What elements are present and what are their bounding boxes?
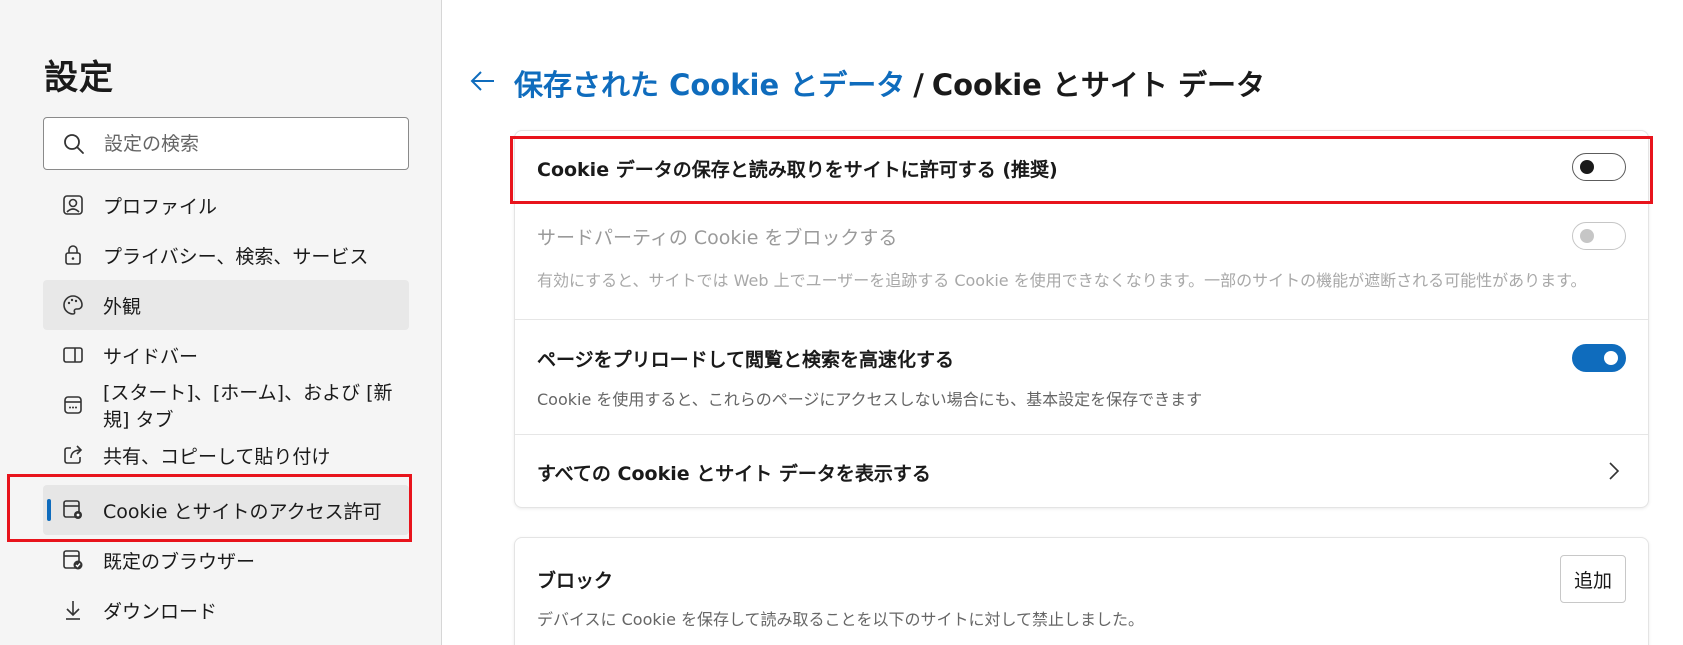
cookie-settings-card: Cookie データの保存と読み取りをサイトに許可する (推奨) サードパーティ… <box>514 130 1649 508</box>
block-third-party-title: サードパーティの Cookie をブロックする <box>537 227 898 249</box>
sidebar-item-downloads[interactable]: ダウンロード <box>43 585 409 635</box>
sidebar-item-label: プライバシー、検索、サービス <box>103 245 369 268</box>
sidebar-item-label: ダウンロード <box>103 600 218 623</box>
block-section-title: ブロック <box>537 570 614 592</box>
sidebar-item-label: サイドバー <box>103 345 199 368</box>
toggle-knob <box>1580 159 1594 174</box>
sidebar-item-cookies[interactable]: Cookie とサイトのアクセス許可 <box>43 485 409 535</box>
sidebar-item-appearance[interactable]: 外観 <box>43 280 409 330</box>
toggle-knob <box>1580 228 1594 243</box>
cookie-permissions-icon <box>63 500 82 519</box>
lock-icon <box>65 245 81 265</box>
home-tab-icon <box>64 396 82 414</box>
sidebar-item-label: Cookie とサイトのアクセス許可 <box>103 500 382 523</box>
search-icon <box>64 134 84 154</box>
block-section-description: デバイスに Cookie を保存して読み取ることを以下のサイトに対して禁止しまし… <box>537 610 1145 629</box>
sidebar-item-label: [スタート]、[ホーム]、および [新規] タブ <box>103 382 393 431</box>
add-blocked-site-button[interactable]: 追加 <box>1560 555 1626 603</box>
preload-description: Cookie を使用すると、これらのページにアクセスしない場合にも、基本設定を保… <box>537 390 1203 409</box>
sidebar-item-profile[interactable]: プロファイル <box>43 180 409 230</box>
sidebar-item-new-tab[interactable]: [スタート]、[ホーム]、および [新規] タブ <box>43 380 409 431</box>
breadcrumb-link[interactable]: 保存された Cookie とデータ <box>514 68 905 102</box>
see-all-cookies-row[interactable]: すべての Cookie とサイト データを表示する <box>515 435 1648 507</box>
download-icon <box>66 601 80 620</box>
allow-cookies-title: Cookie データの保存と読み取りをサイトに許可する (推奨) <box>537 159 1058 181</box>
search-box[interactable] <box>43 117 409 170</box>
palette-icon <box>63 295 83 315</box>
block-section-card: ブロック デバイスに Cookie を保存して読み取ることを以下のサイトに対して… <box>514 537 1649 645</box>
preload-toggle[interactable] <box>1572 344 1626 372</box>
sidebar-item-default-browser[interactable]: 既定のブラウザー <box>43 535 409 585</box>
sidebar-item-label: 外観 <box>103 295 142 318</box>
default-browser-icon <box>63 550 83 570</box>
breadcrumb-separator: / <box>913 68 924 102</box>
preload-title: ページをプリロードして閲覧と検索を高速化する <box>537 349 955 371</box>
settings-window: 設定 プロファイル プライバシー、検索、サービス <box>0 0 1683 645</box>
share-icon <box>64 445 83 464</box>
chevron-right-icon <box>1609 462 1620 480</box>
allow-cookies-toggle[interactable] <box>1572 153 1626 181</box>
search-input[interactable] <box>104 118 394 169</box>
setting-row-block-third-party: サードパーティの Cookie をブロックする 有効にすると、サイトでは Web… <box>515 203 1648 319</box>
sidebar-item-label: 共有、コピーして貼り付け <box>103 445 331 468</box>
profile-icon <box>63 195 83 215</box>
back-arrow-icon[interactable] <box>468 66 498 96</box>
setting-row-preload: ページをプリロードして閲覧と検索を高速化する Cookie を使用すると、これら… <box>515 320 1648 434</box>
sidebar-item-label: プロファイル <box>103 195 218 218</box>
sidebar: 設定 プロファイル プライバシー、検索、サービス <box>0 0 442 645</box>
setting-row-allow-cookies: Cookie データの保存と読み取りをサイトに許可する (推奨) <box>515 131 1648 203</box>
sidebar-item-privacy[interactable]: プライバシー、検索、サービス <box>43 230 409 280</box>
sidebar-icon <box>63 347 83 363</box>
block-third-party-toggle <box>1572 222 1626 250</box>
toggle-knob <box>1604 350 1618 365</box>
page-title: Cookie とサイト データ <box>931 68 1266 102</box>
see-all-cookies-title: すべての Cookie とサイト データを表示する <box>537 463 931 485</box>
sidebar-item-share[interactable]: 共有、コピーして貼り付け <box>43 430 409 480</box>
sidebar-item-sidebar[interactable]: サイドバー <box>43 330 409 380</box>
sidebar-item-label: 既定のブラウザー <box>103 550 256 573</box>
block-third-party-description: 有効にすると、サイトでは Web 上でユーザーを追跡する Cookie を使用で… <box>537 271 1587 290</box>
sidebar-title: 設定 <box>44 58 114 98</box>
breadcrumb: 保存された Cookie とデータ / Cookie とサイト データ <box>514 62 1265 104</box>
